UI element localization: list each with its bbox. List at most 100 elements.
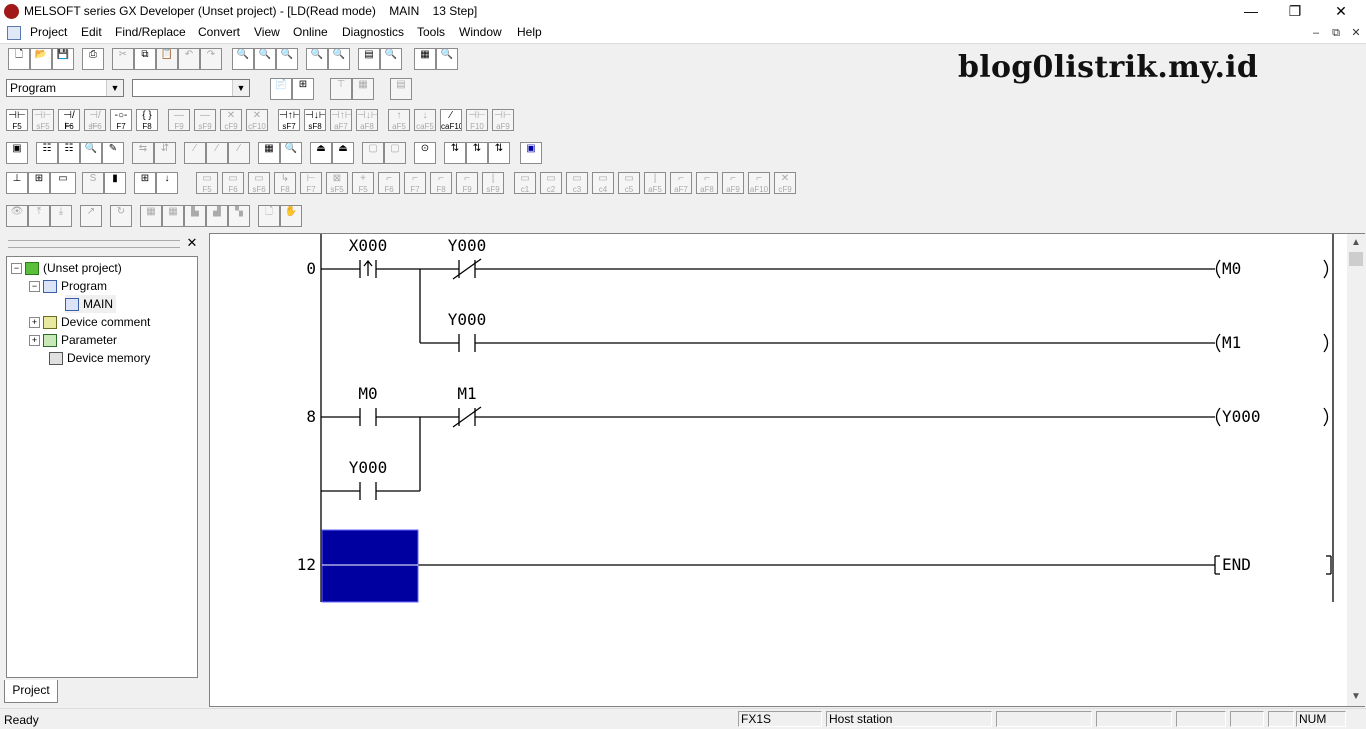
- sfc-key-c2[interactable]: ▭ c2: [540, 172, 562, 194]
- sfc-key-af8[interactable]: ⌐ aF8: [696, 172, 718, 194]
- ladder-write-icon[interactable]: ☷: [58, 142, 80, 164]
- device-monitor-icon[interactable]: 🔍: [280, 142, 302, 164]
- document-check-icon[interactable]: 🗋: [258, 205, 280, 227]
- jump-icon[interactable]: ↗: [80, 205, 102, 227]
- sfc-key-sf9[interactable]: | sF9: [482, 172, 504, 194]
- collapse-icon[interactable]: −: [29, 281, 40, 293]
- delete-horizontal-button[interactable]: ✕ cF9: [220, 109, 242, 131]
- open-contact-button[interactable]: ⊣⊢ F5: [6, 109, 28, 131]
- sfc-s-icon[interactable]: S: [82, 172, 104, 194]
- tab-project[interactable]: Project: [4, 680, 58, 703]
- expand-icon[interactable]: +: [29, 335, 40, 347]
- scroll-up-icon[interactable]: ▲: [1347, 234, 1365, 252]
- cross-reference-icon[interactable]: 🔍: [328, 48, 350, 70]
- sfc-key-c1[interactable]: ▭ c1: [514, 172, 536, 194]
- sfc-key-f6b[interactable]: ⌐ F6: [378, 172, 400, 194]
- monitor-icon[interactable]: 🔍: [306, 48, 328, 70]
- batch-monitor-icon[interactable]: ▢: [362, 142, 384, 164]
- menu-edit[interactable]: Edit: [81, 25, 102, 39]
- sfc-key-af5[interactable]: | aF5: [644, 172, 666, 194]
- bar-up-icon[interactable]: ▟: [206, 205, 228, 227]
- sfc-key-af7[interactable]: ⌐ aF7: [670, 172, 692, 194]
- hand-icon[interactable]: ✋: [280, 205, 302, 227]
- scroll-thumb[interactable]: [1349, 252, 1363, 266]
- application-instruction-button[interactable]: { } F8: [136, 109, 158, 131]
- tree-item-device-memory[interactable]: Device memory: [49, 349, 150, 367]
- bar-chart-icon[interactable]: ▙: [184, 205, 206, 227]
- sfc-key-f5b[interactable]: + F5: [352, 172, 374, 194]
- mdi-minimize-button[interactable]: –: [1306, 23, 1326, 43]
- block-icon[interactable]: ▦: [140, 205, 162, 227]
- panel-grip[interactable]: [8, 240, 180, 248]
- sfc-key-c3[interactable]: ▭ c3: [566, 172, 588, 194]
- program-list-icon[interactable]: ▦: [414, 48, 436, 70]
- scroll-down-icon[interactable]: ▼: [1347, 688, 1365, 706]
- step-middle-icon[interactable]: ⇅: [466, 142, 488, 164]
- sfc-key-f8[interactable]: ↳ F8: [274, 172, 296, 194]
- plc-read-icon[interactable]: ▣: [6, 142, 28, 164]
- line-draw-button[interactable]: ⊣⊢ F10: [466, 109, 488, 131]
- ladder-view-icon[interactable]: ☷: [36, 142, 58, 164]
- block-copy-icon[interactable]: ▦: [162, 205, 184, 227]
- undo-icon[interactable]: ↶: [178, 48, 200, 70]
- find-down-icon[interactable]: ⤓: [50, 205, 72, 227]
- device-list-icon[interactable]: ▤: [358, 48, 380, 70]
- find-instruction-icon[interactable]: 🔍: [254, 48, 276, 70]
- sfc-key-f8b[interactable]: ⌐ F8: [430, 172, 452, 194]
- zoom-icon[interactable]: 🔍: [436, 48, 458, 70]
- collapse-icon[interactable]: −: [11, 263, 22, 275]
- horizontal-line-button[interactable]: — F9: [168, 109, 190, 131]
- menu-help[interactable]: Help: [517, 25, 542, 39]
- sfc-key-f7[interactable]: ⊢ F7: [300, 172, 322, 194]
- document-icon[interactable]: [7, 26, 21, 40]
- menu-convert[interactable]: Convert: [198, 25, 240, 39]
- label-icon[interactable]: ▦: [352, 78, 374, 100]
- copy-icon[interactable]: ⧉: [134, 48, 156, 70]
- minimize-button[interactable]: —: [1228, 0, 1274, 23]
- falling-pulse-branch-button[interactable]: ⊣↓⊢ aF8: [356, 109, 378, 131]
- redo-icon[interactable]: ↷: [200, 48, 222, 70]
- entry-data-icon[interactable]: ▦: [258, 142, 280, 164]
- plc-verify-icon[interactable]: ⇵: [154, 142, 176, 164]
- tree-item-parameter[interactable]: + Parameter: [29, 331, 117, 349]
- expand-icon[interactable]: +: [29, 317, 40, 329]
- sfc-jump-icon[interactable]: ⊞: [134, 172, 156, 194]
- run-stop-icon[interactable]: ⏏: [310, 142, 332, 164]
- sfc-end-icon[interactable]: ↓: [156, 172, 178, 194]
- trace-icon[interactable]: ⁄: [184, 142, 206, 164]
- sfc-transition-icon[interactable]: ⊞: [28, 172, 50, 194]
- sfc-key-f9[interactable]: ⌐ F9: [456, 172, 478, 194]
- melsoft-app-icon[interactable]: [4, 4, 19, 19]
- close-icon[interactable]: ✕: [186, 236, 198, 250]
- step-down-icon[interactable]: ⇅: [488, 142, 510, 164]
- tree-item-project[interactable]: − (Unset project): [11, 259, 122, 277]
- vertical-scrollbar[interactable]: ▲ ▼: [1347, 234, 1365, 706]
- mdi-close-button[interactable]: ✕: [1346, 23, 1366, 43]
- sfc-error-icon[interactable]: ▭: [50, 172, 76, 194]
- tree-item-main[interactable]: MAIN: [65, 295, 116, 313]
- menu-window[interactable]: Window: [459, 25, 502, 39]
- sfc-step-icon[interactable]: ⊥: [6, 172, 28, 194]
- rising-pulse-branch-button[interactable]: ⊣↑⊢ aF7: [330, 109, 352, 131]
- instruction-list-icon[interactable]: ▤: [390, 78, 412, 100]
- monitor-write-icon[interactable]: ✎: [102, 142, 124, 164]
- comment-display-icon[interactable]: 📄: [270, 78, 292, 100]
- print-icon[interactable]: ⎙: [82, 48, 104, 70]
- sampling-trace-icon[interactable]: ⁄: [206, 142, 228, 164]
- new-file-icon[interactable]: 🗋: [8, 48, 30, 70]
- operation-falling-button[interactable]: ↓ caF5: [414, 109, 436, 131]
- statement-display-icon[interactable]: ⊞: [292, 78, 314, 100]
- sfc-key-af10[interactable]: ⌐ aF10: [748, 172, 770, 194]
- program-select[interactable]: Program ▼: [6, 79, 124, 97]
- secondary-select[interactable]: ▼: [132, 79, 250, 97]
- menu-tools[interactable]: Tools: [417, 25, 445, 39]
- plc-transfer-icon[interactable]: ⇆: [132, 142, 154, 164]
- paste-icon[interactable]: 📋: [156, 48, 178, 70]
- window-tile-icon[interactable]: ▢: [384, 142, 406, 164]
- screen-icon[interactable]: ▣: [520, 142, 542, 164]
- bar-cross-icon[interactable]: ▚: [228, 205, 250, 227]
- menu-find-replace[interactable]: Find/Replace: [115, 25, 186, 39]
- find-up-icon[interactable]: ⤒: [28, 205, 50, 227]
- line-delete-button[interactable]: ⊣⊢ aF9: [492, 109, 514, 131]
- sfc-key-af9[interactable]: ⌐ aF9: [722, 172, 744, 194]
